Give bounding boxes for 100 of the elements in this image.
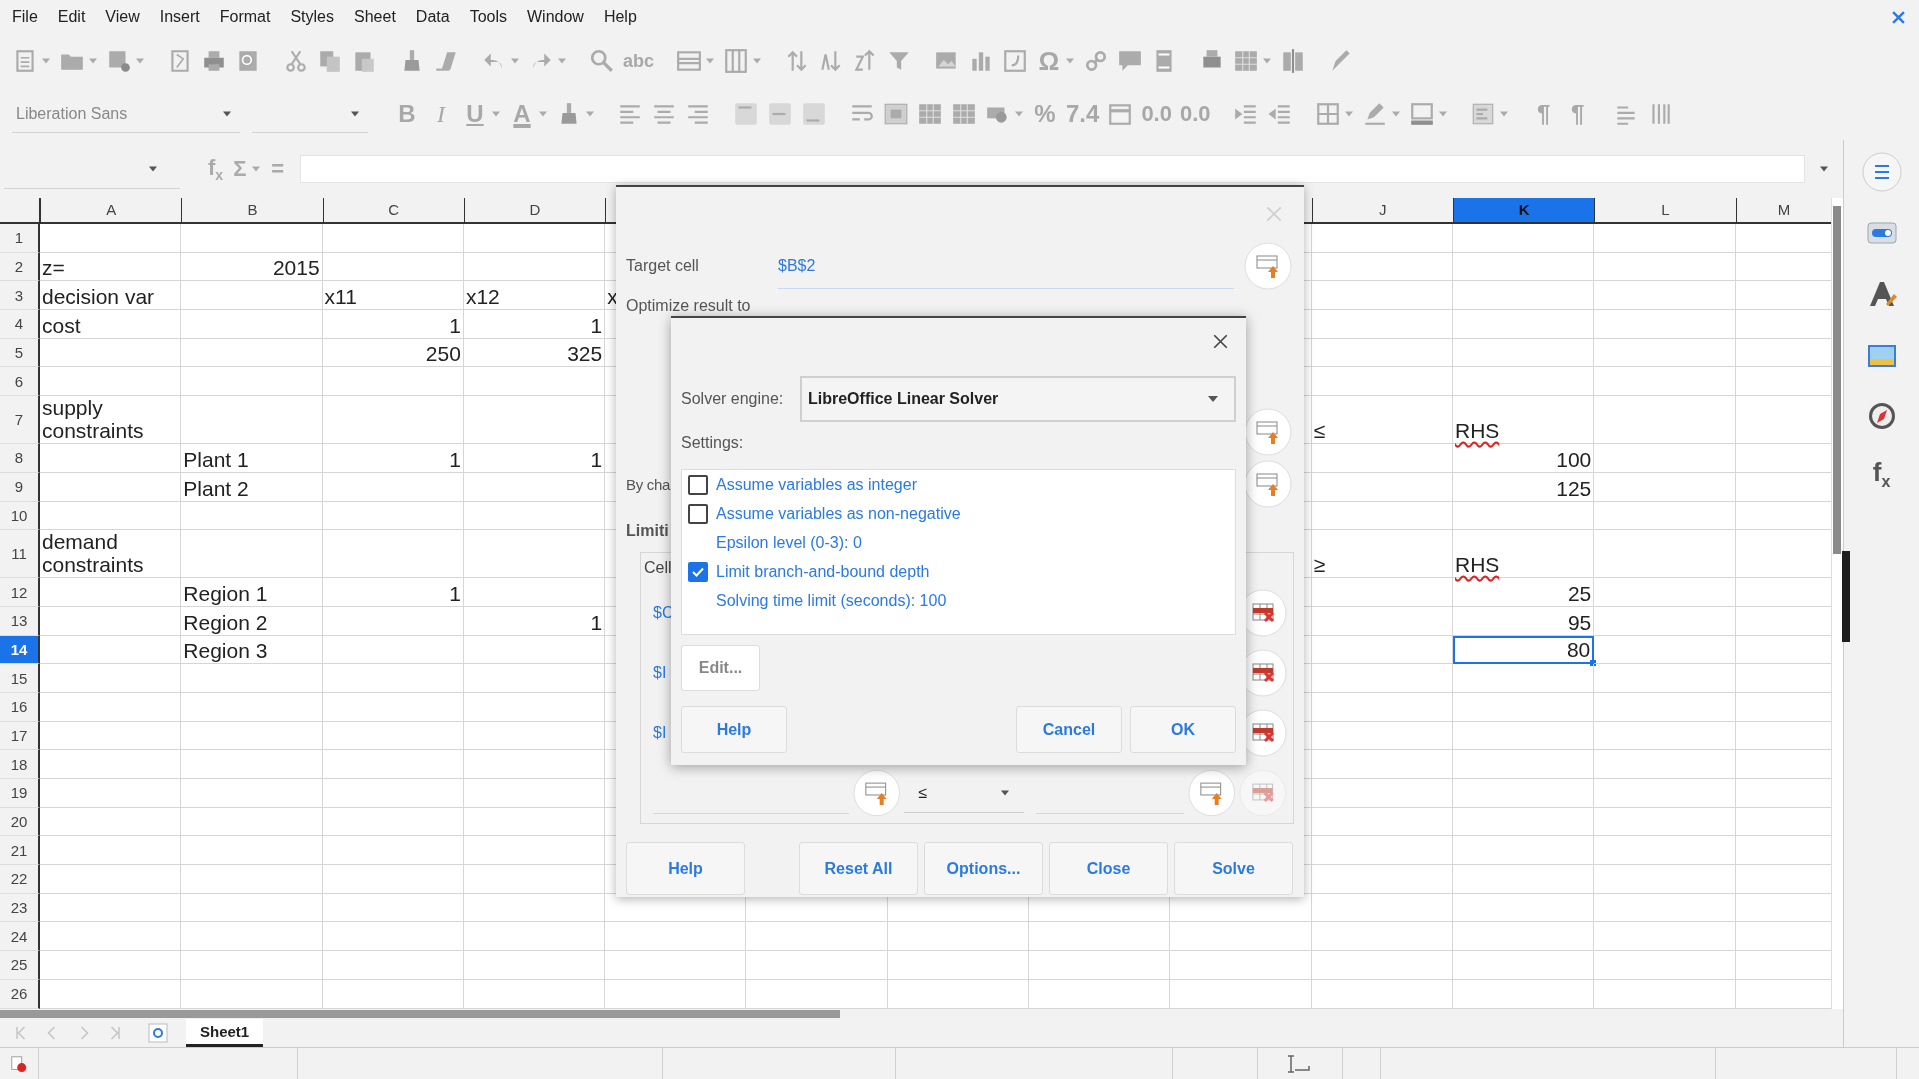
column-header[interactable]: A: [40, 198, 182, 222]
menu-item[interactable]: Help: [593, 8, 647, 26]
column-header[interactable]: B: [181, 198, 323, 222]
menu-icon[interactable]: [1861, 152, 1902, 192]
row-header[interactable]: 9: [0, 472, 40, 502]
caret-icon[interactable]: [222, 109, 232, 118]
checkbox[interactable]: [688, 474, 708, 495]
copy-icon[interactable]: [317, 48, 343, 74]
scrollbar-thumb[interactable]: [1833, 206, 1841, 554]
row-header[interactable]: 13: [0, 606, 40, 636]
sheet-tab[interactable]: Sheet1: [186, 1019, 264, 1047]
row-header[interactable]: 21: [0, 836, 40, 866]
menu-item[interactable]: Sheet: [344, 8, 406, 26]
caret-icon[interactable]: [1206, 394, 1220, 404]
caret-icon[interactable]: [148, 164, 158, 173]
setting-value[interactable]: Epsilon level (0-3): 0: [716, 533, 862, 552]
align-bottom-icon[interactable]: [801, 101, 827, 127]
rows-icon[interactable]: [676, 48, 703, 74]
column-header[interactable]: J: [1311, 198, 1453, 222]
row-header[interactable]: 24: [0, 922, 40, 952]
menu-item[interactable]: Styles: [280, 8, 344, 26]
row-header[interactable]: 2: [0, 252, 40, 282]
row-header[interactable]: 14: [0, 635, 40, 665]
row-header[interactable]: 4: [0, 310, 40, 339]
close-icon[interactable]: [1213, 333, 1228, 349]
setting-value[interactable]: Solving time limit (seconds): 100: [716, 591, 947, 610]
checkbox[interactable]: [688, 561, 708, 582]
target-cell-field[interactable]: $B$2: [778, 243, 1234, 289]
document-modified-icon[interactable]: [10, 1054, 28, 1073]
dialog-button[interactable]: Cancel: [1016, 706, 1122, 753]
align-top-icon[interactable]: [733, 101, 759, 127]
add-sheet-icon[interactable]: [148, 1023, 168, 1043]
pivot-table-icon[interactable]: [1002, 48, 1029, 74]
row-header[interactable]: 20: [0, 807, 40, 837]
dialog-button[interactable]: Options...: [924, 842, 1043, 895]
row-header[interactable]: 10: [0, 501, 40, 531]
dialog-button[interactable]: Solve: [1174, 842, 1293, 895]
shrink-button[interactable]: [1244, 242, 1292, 290]
freeze-rows-icon[interactable]: [1233, 48, 1260, 74]
row-header[interactable]: 1: [0, 224, 40, 253]
dialog-button[interactable]: Reset All: [799, 842, 918, 895]
row-header[interactable]: 5: [0, 338, 40, 368]
row-header[interactable]: 12: [0, 578, 40, 607]
close-icon[interactable]: [1892, 10, 1905, 24]
formula-input[interactable]: [300, 155, 1805, 183]
solver-engine-dropdown[interactable]: LibreOffice Linear Solver: [800, 376, 1236, 422]
border-color-icon[interactable]: [1408, 101, 1435, 127]
row-header[interactable]: 11: [0, 530, 40, 579]
columns-icon[interactable]: [723, 48, 750, 74]
align-middle-icon[interactable]: [767, 101, 793, 127]
printer-icon[interactable]: [201, 48, 227, 74]
dialog-button[interactable]: OK: [1130, 706, 1236, 753]
caret-icon[interactable]: [1819, 165, 1829, 173]
dialog-button[interactable]: Help: [681, 706, 787, 753]
row-header[interactable]: 19: [0, 779, 40, 808]
row-header[interactable]: 16: [0, 692, 40, 722]
menu-item[interactable]: View: [95, 8, 150, 26]
column-header[interactable]: L: [1594, 198, 1736, 222]
row-header[interactable]: 17: [0, 721, 40, 751]
menu-item[interactable]: Insert: [149, 8, 210, 26]
dialog-button[interactable]: Close: [1049, 842, 1168, 895]
comment-icon[interactable]: [1117, 48, 1144, 74]
row-header[interactable]: 26: [0, 979, 40, 1009]
dialog-button[interactable]: Help: [626, 842, 745, 895]
row-header[interactable]: 15: [0, 664, 40, 693]
row-header[interactable]: 8: [0, 444, 40, 473]
checkbox-label[interactable]: Limit branch-and-bound depth: [716, 562, 930, 581]
row-header[interactable]: 6: [0, 367, 40, 397]
shrink-button[interactable]: [1244, 460, 1292, 508]
menu-item[interactable]: Window: [517, 8, 594, 26]
shrink-button[interactable]: [1188, 769, 1236, 817]
menu-item[interactable]: Data: [405, 8, 460, 26]
borders-icon[interactable]: [1314, 101, 1341, 127]
scissors-icon[interactable]: [283, 48, 309, 74]
checkbox-label[interactable]: Assume variables as integer: [716, 475, 917, 494]
column-header[interactable]: D: [463, 198, 606, 222]
row-header[interactable]: 3: [0, 281, 40, 311]
menu-item[interactable]: Format: [209, 8, 281, 26]
menu-item[interactable]: Tools: [459, 8, 517, 26]
sidebar-handle[interactable]: [1842, 551, 1850, 642]
checkbox[interactable]: [688, 503, 708, 524]
caret-icon[interactable]: [999, 788, 1010, 797]
caret-icon[interactable]: [350, 109, 360, 118]
scrollbar-thumb[interactable]: [0, 1010, 840, 1018]
find-replace-icon[interactable]: [589, 48, 615, 74]
shrink-button[interactable]: [1244, 408, 1292, 456]
row-header[interactable]: 25: [0, 951, 40, 980]
shrink-button[interactable]: [852, 769, 901, 817]
cell-reference-field[interactable]: $I: [653, 724, 667, 742]
functions-button[interactable]: f$_{x}$: [1872, 457, 1891, 492]
save-icon[interactable]: [106, 48, 132, 74]
column-header[interactable]: K: [1452, 198, 1595, 222]
cell-reference-field[interactable]: $I: [653, 664, 667, 682]
row-header[interactable]: 22: [0, 865, 40, 894]
column-header[interactable]: C: [322, 198, 464, 222]
calendar-icon[interactable]: [1107, 101, 1134, 127]
menu-item[interactable]: Edit: [47, 8, 96, 26]
row-header[interactable]: 7: [0, 396, 40, 445]
menu-item[interactable]: File: [2, 8, 48, 26]
row-header[interactable]: 18: [0, 750, 40, 779]
